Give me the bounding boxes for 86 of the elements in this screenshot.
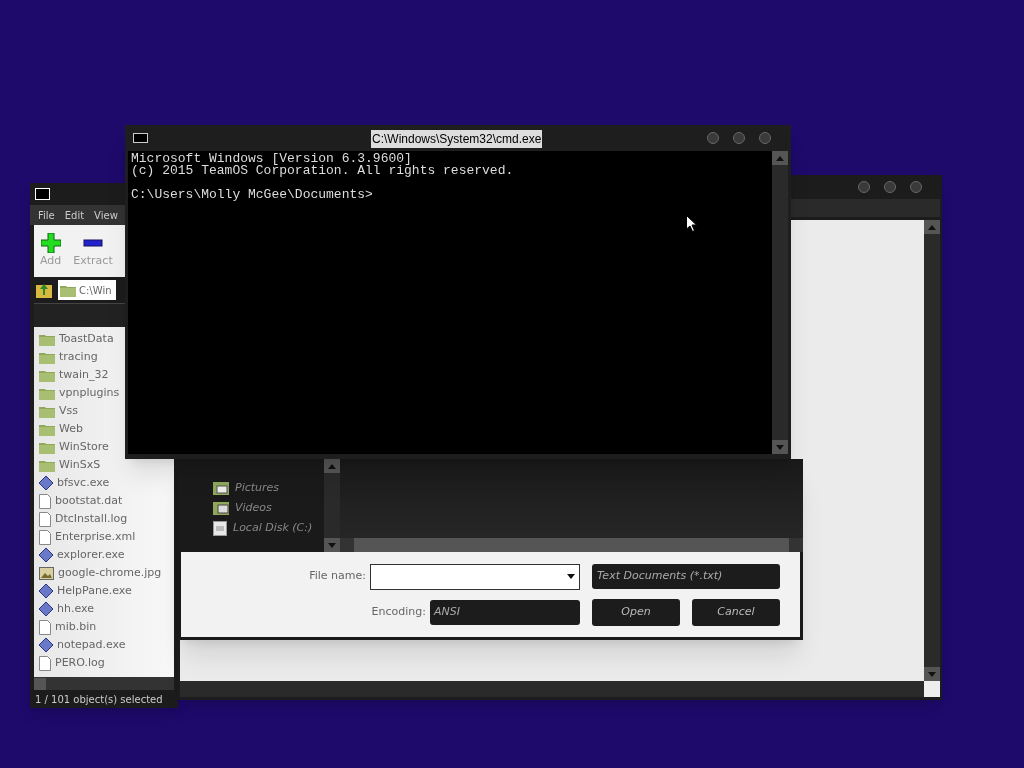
diamond-icon	[39, 548, 53, 562]
archive-entry[interactable]: WinSxS	[34, 456, 106, 474]
console-line: (c) 2015 TeamOS Corporation. All rights reserved.	[131, 165, 514, 177]
dialog-button[interactable]: Open	[592, 598, 680, 626]
folder-icon	[39, 440, 55, 454]
archive-entry[interactable]: PERO.log	[34, 654, 110, 672]
scroll-up-icon[interactable]	[772, 151, 788, 165]
archive-entry[interactable]: twain_32	[34, 366, 114, 384]
menu-item[interactable]: View	[94, 207, 118, 223]
field-label: Encoding:	[371, 603, 426, 620]
window-control-button[interactable]	[858, 181, 870, 193]
file-type-dropdown[interactable]: Text Documents (*.txt)	[592, 564, 780, 589]
scroll-down-icon[interactable]	[772, 440, 788, 454]
scroll-down-icon[interactable]	[924, 667, 940, 681]
nav-item[interactable]: Pictures	[213, 480, 324, 496]
archive-entry[interactable]: bfsvc.exe	[34, 474, 115, 492]
status-text: 1 / 101 object(s) selected	[35, 692, 163, 707]
horizontal-scrollbar[interactable]	[340, 538, 803, 552]
nav-item[interactable]: Local Disk (C:)	[213, 520, 324, 536]
document-icon	[39, 655, 51, 671]
dropdown-arrow-icon[interactable]	[567, 574, 575, 579]
vertical-scrollbar[interactable]	[924, 220, 940, 681]
archive-entry[interactable]: WinStore	[34, 438, 114, 456]
archive-entry[interactable]: Web	[34, 420, 88, 438]
vertical-scrollbar[interactable]	[324, 459, 340, 552]
file-name-field[interactable]	[370, 563, 580, 590]
diamond-icon	[39, 602, 53, 616]
document-icon	[39, 529, 51, 545]
window-control-button[interactable]	[707, 132, 719, 144]
archive-entry[interactable]: Vss	[34, 402, 83, 420]
diamond-icon	[39, 584, 53, 598]
archive-entry[interactable]: mib.bin	[34, 618, 102, 636]
scroll-up-icon[interactable]	[324, 459, 340, 473]
scroll-down-icon[interactable]	[324, 538, 340, 552]
menu-item[interactable]: File	[38, 207, 55, 223]
menu-item[interactable]: Edit	[64, 207, 85, 223]
folder-icon	[39, 350, 55, 364]
folder-icon	[39, 404, 55, 418]
archive-entry[interactable]: google-chrome.jpg	[34, 564, 167, 582]
archive-entry[interactable]: HelpPane.exe	[34, 582, 137, 600]
diamond-icon	[39, 638, 53, 652]
image-file-icon	[39, 566, 54, 580]
archive-entry[interactable]: notepad.exe	[34, 636, 131, 654]
archive-entry[interactable]: hh.exe	[34, 600, 99, 618]
scroll-up-icon[interactable]	[924, 220, 940, 234]
folder-icon	[39, 368, 55, 382]
window-control-button[interactable]	[884, 181, 896, 193]
archive-entry[interactable]: DtcInstall.log	[34, 510, 133, 528]
archive-entry[interactable]: explorer.exe	[34, 546, 130, 564]
encoding-dropdown[interactable]: ANSI	[430, 599, 580, 625]
nav-item[interactable]: Videos	[213, 500, 324, 516]
folder-icon	[39, 332, 55, 346]
resize-grip-icon[interactable]	[924, 681, 940, 697]
archive-entry[interactable]: tracing	[34, 348, 103, 366]
video-folder-icon	[213, 501, 229, 515]
archive-entry[interactable]: Enterprise.xml	[34, 528, 141, 546]
window-control-button[interactable]	[759, 132, 771, 144]
console-icon	[133, 133, 148, 143]
window-title: C:\Windows\System32\cmd.exe	[371, 130, 543, 148]
folder-icon	[39, 386, 55, 400]
command-prompt: C:\Users\Molly McGee\Documents>	[131, 189, 373, 201]
horizontal-scrollbar[interactable]	[180, 681, 924, 697]
document-icon	[39, 493, 51, 509]
document-icon	[39, 511, 51, 527]
drive-icon	[213, 520, 227, 536]
diamond-icon	[39, 476, 53, 490]
archive-entry[interactable]: ToastData	[34, 330, 119, 348]
window-control-button[interactable]	[733, 132, 745, 144]
picture-folder-icon	[213, 481, 229, 495]
path-field[interactable]: C:\Win	[58, 280, 116, 300]
horizontal-scrollbar[interactable]	[34, 677, 174, 690]
archive-entry[interactable]: vpnplugins	[34, 384, 125, 402]
window-control-button[interactable]	[910, 181, 922, 193]
field-label: File name:	[309, 568, 366, 585]
folder-icon	[39, 458, 55, 472]
console-line: Microsoft Windows [Version 6.3.9600]	[131, 153, 412, 165]
folder-up-icon[interactable]	[36, 282, 52, 298]
folder-icon	[39, 422, 55, 436]
document-icon	[39, 619, 51, 635]
archive-entry[interactable]: bootstat.dat	[34, 492, 128, 510]
folder-icon	[60, 283, 76, 297]
vertical-scrollbar[interactable]	[772, 151, 788, 454]
mouse-cursor-icon	[686, 215, 697, 232]
app-logo-icon	[35, 188, 50, 200]
dialog-button[interactable]: Cancel	[692, 598, 780, 626]
plus-icon	[40, 232, 61, 253]
